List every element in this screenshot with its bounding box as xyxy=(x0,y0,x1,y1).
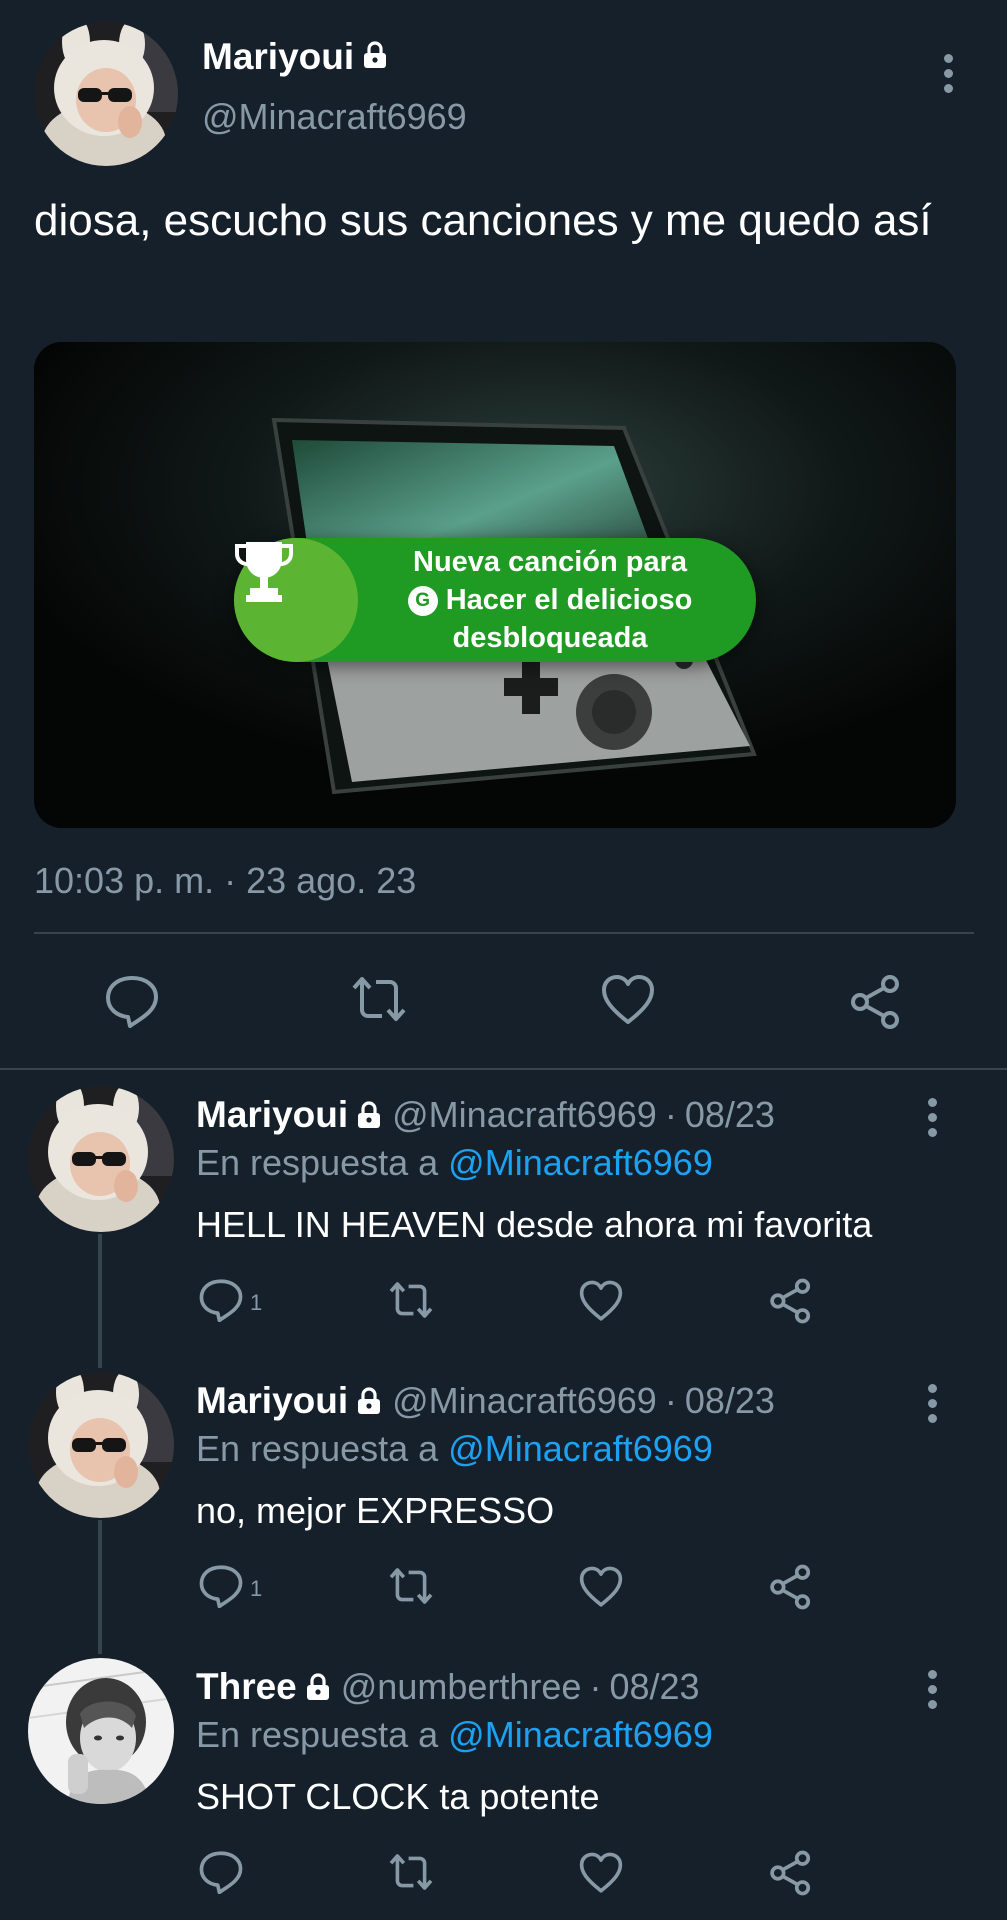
author-display-name[interactable]: Mariyoui xyxy=(202,36,354,78)
reply-header: Mariyoui @Minacraft6969 · 08/23 xyxy=(196,1380,775,1422)
achievement-line-1: Nueva canción para xyxy=(413,546,687,578)
like-button[interactable] xyxy=(578,1852,624,1899)
share-icon xyxy=(848,974,904,1035)
reply-avatar[interactable] xyxy=(28,1372,174,1518)
mention-link[interactable]: @Minacraft6969 xyxy=(448,1714,713,1755)
reply-bubble-icon xyxy=(104,974,160,1033)
retweet-button[interactable] xyxy=(348,974,410,1029)
author-avatar[interactable] xyxy=(34,22,178,166)
retweet-icon xyxy=(386,1566,436,1611)
more-vertical-icon[interactable] xyxy=(926,1670,938,1709)
tweet-text: diosa, escucho sus canciones y me quedo … xyxy=(34,196,932,245)
reply-separator: · xyxy=(664,1094,677,1135)
share-button[interactable] xyxy=(768,1278,814,1329)
retweet-icon xyxy=(386,1852,436,1897)
reply-bubble-icon xyxy=(198,1564,244,1613)
mention-link[interactable]: @Minacraft6969 xyxy=(448,1428,713,1469)
mention-link[interactable]: @Minacraft6969 xyxy=(448,1142,713,1183)
reply-display-name[interactable]: Mariyoui xyxy=(196,1380,348,1422)
replying-to: En respuesta a @Minacraft6969 xyxy=(196,1142,713,1184)
reply-text: HELL IN HEAVEN desde ahora mi favorita xyxy=(196,1204,873,1245)
g-badge-icon: G xyxy=(407,586,438,617)
lock-icon xyxy=(362,40,388,74)
heart-icon xyxy=(578,1852,624,1899)
retweet-icon xyxy=(348,974,410,1029)
reply-tweet[interactable]: Mariyoui @Minacraft6969 · 08/23 En respu… xyxy=(0,1086,1007,1356)
author-name-row: Mariyoui xyxy=(202,36,388,78)
reply-display-name[interactable]: Mariyoui xyxy=(196,1094,348,1136)
retweet-button[interactable] xyxy=(386,1280,436,1325)
trophy-icon xyxy=(234,538,358,662)
reply-bubble-icon xyxy=(198,1278,244,1327)
reply-display-name[interactable]: Three xyxy=(196,1666,297,1708)
reply-header: Mariyoui @Minacraft6969 · 08/23 xyxy=(196,1094,775,1136)
replying-to-label: En respuesta a xyxy=(196,1714,439,1755)
lock-icon xyxy=(356,1387,382,1415)
reply-count: 1 xyxy=(250,1289,263,1315)
lock-icon xyxy=(305,1673,331,1701)
reply-text: SHOT CLOCK ta potente xyxy=(196,1776,600,1817)
heart-icon xyxy=(578,1280,624,1327)
share-icon xyxy=(768,1850,814,1901)
reply-avatar[interactable] xyxy=(28,1086,174,1232)
reply-handle[interactable]: @Minacraft6969 xyxy=(392,1380,657,1422)
replying-to-label: En respuesta a xyxy=(196,1428,439,1469)
lock-icon xyxy=(356,1101,382,1129)
more-vertical-icon[interactable] xyxy=(942,54,954,93)
achievement-line-3: desbloqueada xyxy=(452,622,648,654)
tweet-media-image[interactable]: Nueva canción para G Hacer el delicioso d… xyxy=(34,342,956,828)
reply-date[interactable]: 08/23 xyxy=(609,1666,699,1708)
share-icon xyxy=(768,1278,814,1329)
like-button[interactable] xyxy=(578,1566,624,1613)
reply-text: no, mejor EXPRESSO xyxy=(196,1490,555,1531)
reply-separator: · xyxy=(589,1666,602,1707)
tweet-timestamp[interactable]: 10:03 p. m. · 23 ago. 23 xyxy=(34,860,416,902)
replying-to-label: En respuesta a xyxy=(196,1142,439,1183)
more-vertical-icon[interactable] xyxy=(926,1384,938,1423)
reply-tweet[interactable]: Mariyoui @Minacraft6969 · 08/23 En respu… xyxy=(0,1372,1007,1642)
like-button[interactable] xyxy=(578,1280,624,1327)
retweet-button[interactable] xyxy=(386,1852,436,1897)
author-handle[interactable]: @Minacraft6969 xyxy=(202,96,467,138)
reply-handle[interactable]: @numberthree xyxy=(341,1666,582,1708)
reply-avatar[interactable] xyxy=(28,1658,174,1804)
reply-tweet[interactable]: Three @numberthree · 08/23 En respuesta … xyxy=(0,1658,1007,1920)
heart-icon xyxy=(600,974,656,1031)
section-divider xyxy=(0,1068,1007,1070)
retweet-icon xyxy=(386,1280,436,1325)
reply-date[interactable]: 08/23 xyxy=(685,1094,775,1136)
replying-to: En respuesta a @Minacraft6969 xyxy=(196,1428,713,1470)
share-button[interactable] xyxy=(768,1564,814,1615)
achievement-line-2-text: Hacer el delicioso xyxy=(445,584,693,616)
reply-date[interactable]: 08/23 xyxy=(685,1380,775,1422)
share-button[interactable] xyxy=(768,1850,814,1901)
reply-button[interactable]: 1 xyxy=(198,1564,262,1613)
reply-count: 1 xyxy=(250,1575,263,1601)
like-button[interactable] xyxy=(600,974,656,1031)
reply-separator: · xyxy=(664,1380,677,1421)
reply-button[interactable] xyxy=(104,974,160,1033)
share-button[interactable] xyxy=(848,974,904,1035)
divider xyxy=(34,932,974,934)
heart-icon xyxy=(578,1566,624,1613)
more-vertical-icon[interactable] xyxy=(926,1098,938,1137)
retweet-button[interactable] xyxy=(386,1566,436,1611)
reply-handle[interactable]: @Minacraft6969 xyxy=(392,1094,657,1136)
share-icon xyxy=(768,1564,814,1615)
achievement-banner: Nueva canción para G Hacer el delicioso d… xyxy=(234,538,756,662)
achievement-line-2: G Hacer el delicioso xyxy=(358,581,742,619)
achievement-text: Nueva canción para G Hacer el delicioso d… xyxy=(358,543,756,657)
reply-button[interactable] xyxy=(198,1850,250,1899)
reply-bubble-icon xyxy=(198,1850,244,1899)
tweet-detail-page: Mariyoui @Minacraft6969 diosa, escucho s… xyxy=(0,0,1007,1920)
reply-button[interactable]: 1 xyxy=(198,1278,262,1327)
replying-to: En respuesta a @Minacraft6969 xyxy=(196,1714,713,1756)
reply-header: Three @numberthree · 08/23 xyxy=(196,1666,700,1708)
